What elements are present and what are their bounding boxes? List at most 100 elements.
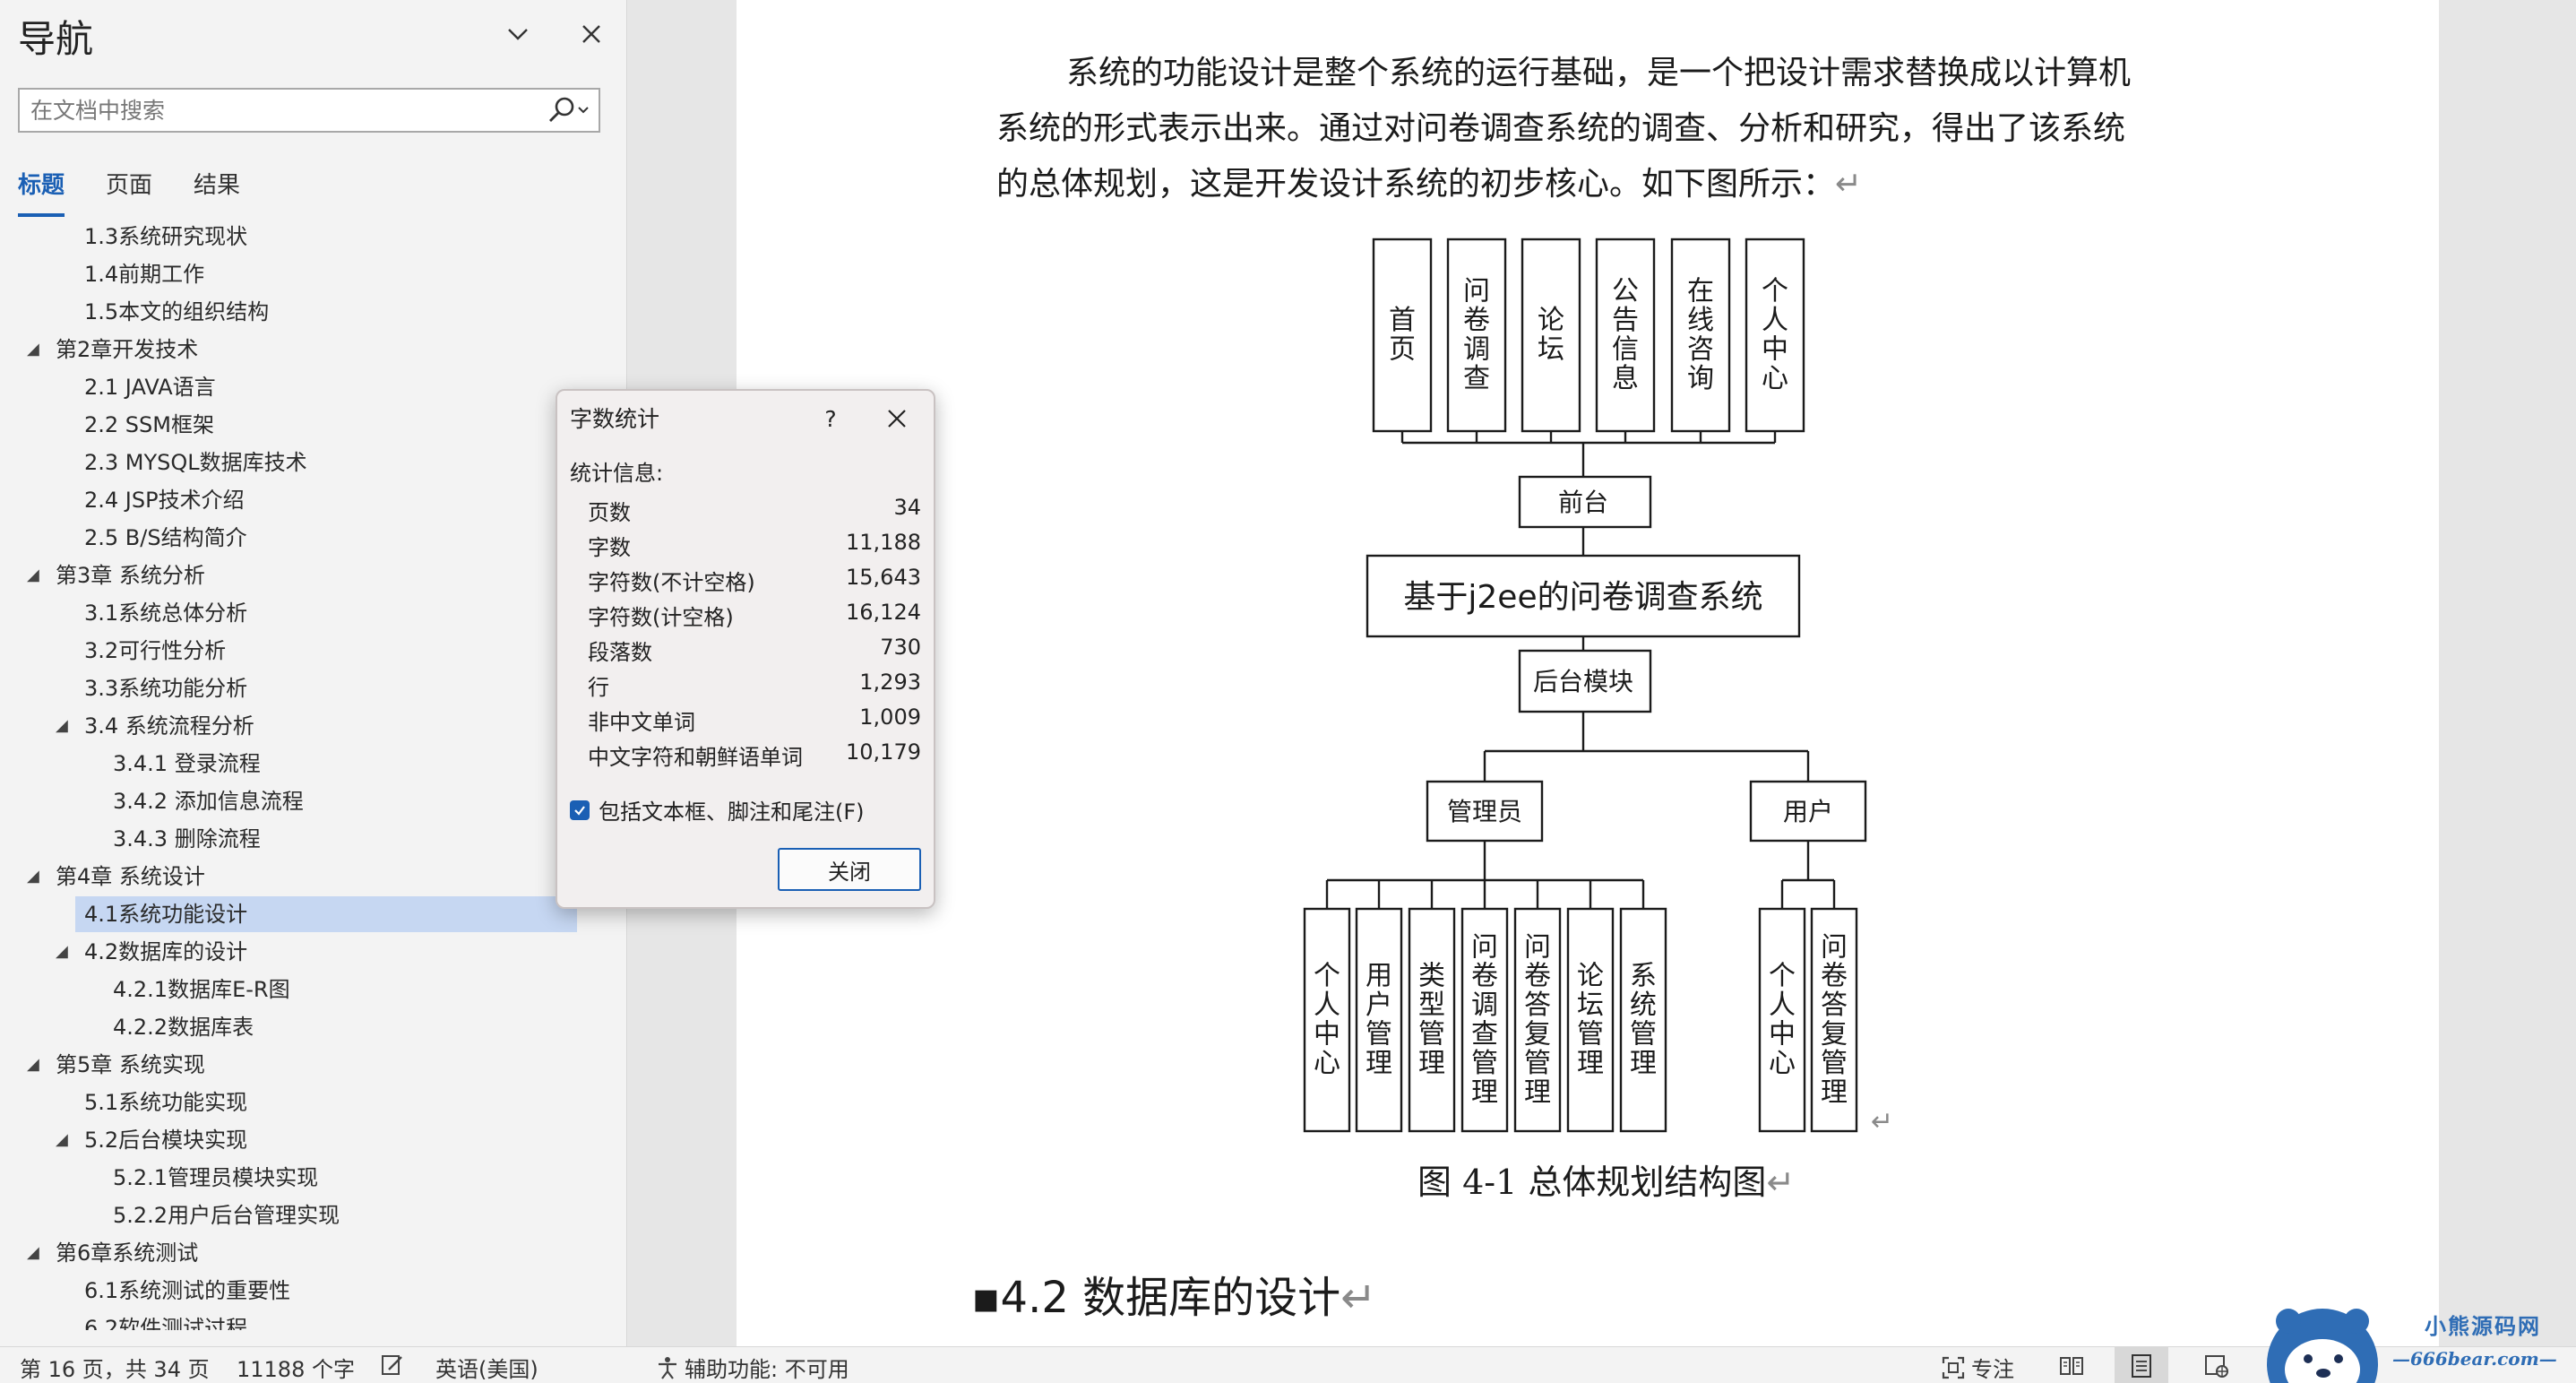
- diagram-box-label-char: 人: [1314, 990, 1340, 1021]
- figure-caption: 图 4-1 总体规划结构图↵: [1417, 1154, 1795, 1204]
- diagram-box-label-char: 心: [1762, 363, 1788, 394]
- watermark-logo: 小熊源码网 —666bear.com—: [2258, 1301, 2576, 1383]
- diagram-box-label-char: 人: [1769, 990, 1796, 1021]
- stat-value: 34: [893, 495, 921, 520]
- read-mode-icon[interactable]: [2045, 1347, 2098, 1383]
- help-icon[interactable]: ?: [806, 394, 855, 443]
- diagram-box-label-char: 理: [1821, 1076, 1848, 1108]
- stat-label: 字数: [588, 535, 631, 560]
- diagram-box-label-char: 管: [1630, 1019, 1657, 1050]
- diagram-box-label-char: 个: [1762, 276, 1788, 307]
- diagram-box-label-char: 理: [1524, 1076, 1551, 1108]
- paragraph-mark: ↵: [1766, 1163, 1796, 1202]
- stat-label: 段落数: [588, 640, 652, 665]
- structure-diagram: 首页问卷调查论坛公告信息在线咨询个人中心前台基于j2ee的问卷调查系统后台模块管…: [1303, 238, 1867, 1133]
- diagram-box-label-char: 首: [1389, 305, 1416, 336]
- diagram-box-label-char: 中: [1769, 1019, 1796, 1050]
- include-textbox-checkbox[interactable]: [570, 800, 590, 820]
- stat-value: 11,188: [846, 530, 921, 555]
- include-textbox-checkbox-row[interactable]: 包括文本框、脚注和尾注(F): [570, 794, 865, 825]
- stat-label: 非中文单词: [588, 710, 695, 735]
- diagram-box-label-char: 坛: [1577, 990, 1604, 1021]
- diagram-box-label-char: 答: [1821, 990, 1848, 1021]
- stat-row: 行 1,293: [588, 670, 921, 704]
- diagram-box-label-char: 问: [1471, 931, 1498, 963]
- accessibility-label: 辅助功能: 不可用: [685, 1357, 849, 1382]
- paragraph-mark: ↵: [1340, 1273, 1377, 1323]
- proofing-icon[interactable]: [380, 1352, 405, 1377]
- diagram-box-label-char: 管: [1418, 1019, 1445, 1050]
- diagram-box-label-char: 管: [1524, 1048, 1551, 1079]
- caption-text: 图 4-1 总体规划结构图: [1417, 1163, 1767, 1202]
- diagram-box-label: 后台模块: [1533, 667, 1633, 696]
- stat-row: 字数 11,188: [588, 530, 921, 564]
- print-layout-icon[interactable]: [2115, 1347, 2168, 1383]
- status-bar: 第 16 页，共 34 页 11188 个字 英语(美国) 辅助功能: 不可用 …: [0, 1346, 2576, 1383]
- diagram-box-label-char: 复: [1821, 1019, 1848, 1050]
- stat-row: 页数 34: [588, 495, 921, 529]
- diagram-box-label-char: 息: [1612, 363, 1639, 394]
- stat-row: 字符数(不计空格) 15,643: [588, 565, 921, 599]
- diagram-box-label-char: 理: [1418, 1048, 1445, 1079]
- stat-value: 15,643: [846, 565, 921, 590]
- diagram-box-label-char: 查: [1463, 363, 1490, 394]
- stat-row: 中文字符和朝鲜语单词 10,179: [588, 739, 921, 774]
- diagram-box-label-char: 卷: [1471, 961, 1498, 992]
- diagram-box-label-char: 页: [1389, 334, 1416, 366]
- diagram-box-label-char: 管: [1471, 1048, 1498, 1079]
- stat-label: 字符数(计空格): [588, 605, 734, 630]
- diagram-box-label-char: 线: [1687, 305, 1714, 336]
- diagram-box-label-char: 询: [1687, 363, 1714, 394]
- focus-label: 专注: [1971, 1357, 2014, 1382]
- diagram-box-label-char: 类: [1418, 961, 1445, 992]
- diagram-box-label-char: 统: [1630, 990, 1657, 1021]
- nav-heading-item[interactable]: 6.1系统测试的重要性: [0, 1273, 577, 1309]
- stat-label: 行: [588, 675, 609, 700]
- diagram-box-label-char: 公: [1612, 276, 1639, 307]
- stat-label: 页数: [588, 500, 631, 525]
- diagram-box-label-char: 论: [1577, 961, 1604, 992]
- accessibility-icon: [659, 1356, 676, 1379]
- diagram-box-label-char: 心: [1314, 1048, 1340, 1079]
- stat-value: 730: [880, 635, 921, 660]
- heading-text: ▪4.2 数据库的设计: [971, 1273, 1341, 1323]
- accessibility-status[interactable]: 辅助功能: 不可用: [654, 1352, 849, 1383]
- language-status[interactable]: 英语(美国): [435, 1352, 538, 1383]
- web-layout-icon[interactable]: [2190, 1347, 2244, 1383]
- diagram-box-label-char: 卷: [1821, 961, 1848, 992]
- stat-row: 段落数 730: [588, 635, 921, 669]
- dialog-close-icon[interactable]: [873, 394, 921, 443]
- diagram-box-label: 管理员: [1447, 797, 1522, 826]
- diagram-box-label-char: 卷: [1463, 305, 1490, 336]
- stat-value: 1,293: [859, 670, 921, 695]
- diagram-box-label-char: 户: [1366, 990, 1392, 1021]
- diagram-box-label-char: 坛: [1538, 334, 1564, 366]
- diagram-box-label-char: 问: [1463, 276, 1490, 307]
- diagram-box-label-char: 个: [1769, 961, 1796, 992]
- diagram-box-label-char: 卷: [1524, 961, 1551, 992]
- stat-value: 10,179: [846, 739, 921, 765]
- diagram-box-label-char: 管: [1366, 1019, 1392, 1050]
- close-button[interactable]: 关闭: [778, 848, 921, 891]
- diagram-box-label-char: 在: [1687, 276, 1714, 307]
- diagram-box-label-char: 用: [1366, 961, 1392, 992]
- focus-mode-button[interactable]: 专注: [1941, 1352, 2014, 1383]
- word-count-status[interactable]: 11188 个字: [237, 1352, 355, 1383]
- diagram-box-label-char: 个: [1314, 961, 1340, 992]
- diagram-box-label-char: 中: [1314, 1019, 1340, 1050]
- diagram-box-label-char: 理: [1366, 1048, 1392, 1079]
- watermark-url: —666bear.com—: [2392, 1348, 2557, 1370]
- diagram-box-label-char: 问: [1524, 931, 1551, 963]
- page-count-status[interactable]: 第 16 页，共 34 页: [20, 1352, 210, 1383]
- nav-heading-item[interactable]: 6.2软件测试过程: [0, 1310, 577, 1330]
- diagram-box-label-char: 系: [1630, 961, 1657, 992]
- paragraph-mark: ↵: [1871, 1106, 1894, 1137]
- diagram-box-label-char: 心: [1769, 1048, 1796, 1079]
- diagram-box-label-char: 调: [1463, 334, 1490, 366]
- diagram-box-label-char: 调: [1471, 990, 1498, 1021]
- diagram-box-label-char: 中: [1762, 334, 1788, 366]
- diagram-box-label-char: 问: [1821, 931, 1848, 963]
- diagram-box-label-char: 型: [1418, 990, 1445, 1021]
- diagram-box-label: 基于j2ee的问卷调查系统: [1403, 579, 1762, 616]
- diagram-box-label: 用户: [1783, 797, 1833, 826]
